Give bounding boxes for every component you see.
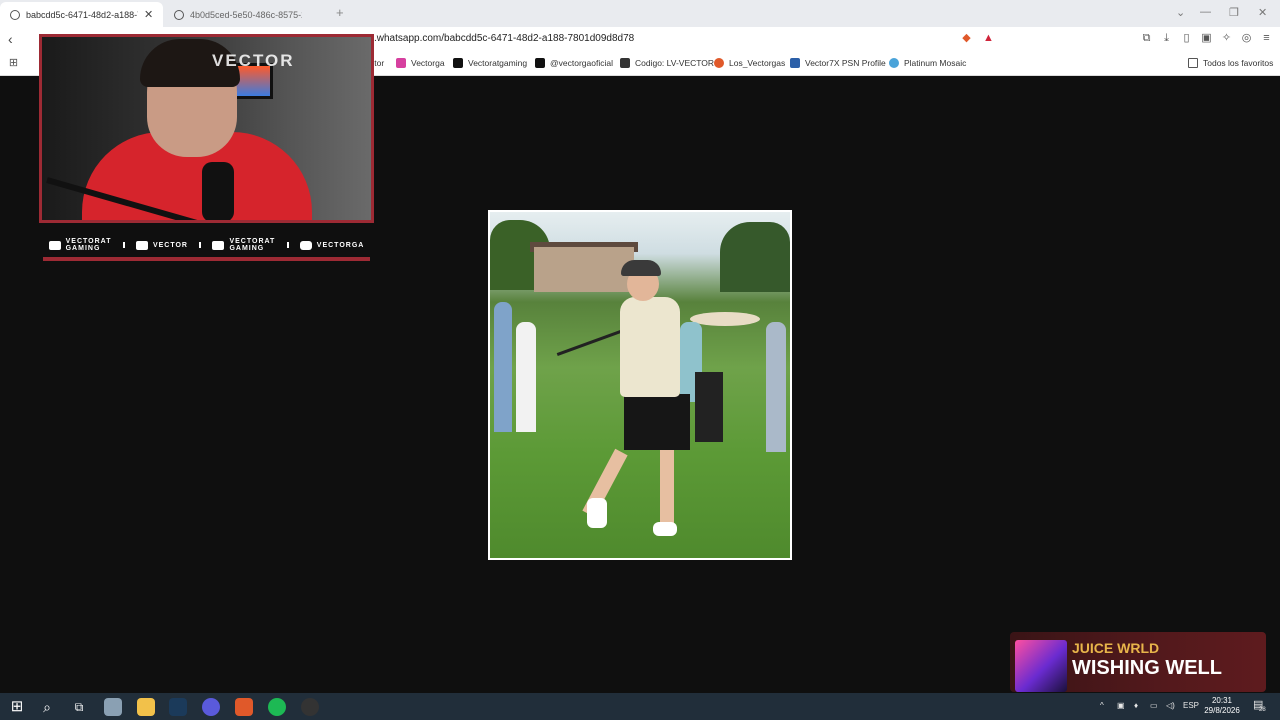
bookmark-item[interactable]: Los_Vectorgas [714,58,785,68]
social-handles: VECTORAT GAMING VECTOR VECTORAT GAMING VEC… [43,234,370,256]
app-icon[interactable] [104,698,122,716]
golf-photo[interactable] [488,210,792,560]
volume-icon[interactable]: ◁) [1166,701,1175,710]
now-playing-song: WISHING WELL [1072,657,1222,679]
social-twitter: VECTORAT GAMING [212,238,275,252]
sidebar-icon[interactable]: ▯ [1180,32,1193,45]
brave-rewards-icon[interactable]: ▲ [982,32,995,45]
overlay-accent-bar [43,257,370,261]
language-indicator[interactable]: ESP [1183,701,1199,710]
clubhouse [534,247,634,292]
instagram-icon [299,240,312,250]
clock-time: 20:31 [1211,696,1233,705]
bookmark-item[interactable]: Vector7X PSN Profile [790,58,886,68]
bookmark-page-icon [620,58,630,68]
golf-bag [695,372,723,442]
steam-icon[interactable] [169,698,187,716]
bookmark-item[interactable]: Vectorga [396,58,445,68]
separator [286,242,289,248]
microphone-icon[interactable]: ♦ [1134,701,1138,710]
tab-search-icon[interactable]: ⌄ [1176,6,1185,19]
spotify-icon[interactable] [268,698,286,716]
tab-whatsapp-1[interactable]: babcdd5c-6471-48d2-a188-780 ✕ [0,2,163,27]
all-favorites-folder[interactable]: Todos los favoritos [1188,58,1273,68]
tray-chevron-icon[interactable]: ^ [1100,701,1104,710]
close-window-button[interactable]: ✕ [1258,6,1267,19]
spectator [766,322,786,452]
social-twitch: VECTOR [135,240,188,250]
golfer-shoe [653,522,677,536]
twitter-icon [212,240,225,250]
twitch-icon [135,240,148,250]
now-playing-artist: JUICE WRLD [1072,640,1160,656]
discord-icon[interactable] [202,698,220,716]
instagram-icon [396,58,406,68]
clock-date: 29/8/2026 [1204,706,1240,715]
golfer-shorts [624,394,690,450]
network-icon[interactable]: ▭ [1150,701,1158,710]
golfer-cap [621,260,661,276]
tab-strip: babcdd5c-6471-48d2-a188-780 ✕ 4b0d5ced-5… [0,0,1280,27]
brave-shield-icon[interactable]: ◆ [960,32,973,45]
file-explorer-icon[interactable] [137,698,155,716]
tiktok-icon [535,58,545,68]
golfer-shoe [587,498,607,528]
trees-right [720,222,790,292]
leo-ai-icon[interactable]: ✧ [1220,32,1233,45]
brave-icon [714,58,724,68]
webcam-overlay: VECTOR [39,34,374,223]
spectator [494,302,512,432]
brave-icon[interactable] [235,698,253,716]
album-art [1015,640,1067,692]
tray-app-icon[interactable]: ▣ [1117,701,1125,710]
task-view-icon[interactable]: ⧉ [70,698,88,716]
bookmark-item[interactable]: Vectoratgaming [453,58,527,68]
search-icon[interactable]: ⌕ [38,698,56,716]
psn-icon [790,58,800,68]
x-icon [453,58,463,68]
vpn-icon[interactable]: ◎ [1240,32,1253,45]
folder-icon [1188,58,1198,68]
globe-icon [174,9,184,20]
obs-icon[interactable] [301,698,319,716]
taskbar: ⊞ ⌕ ⧉ ^ ▣ ♦ ▭ ◁) ESP 20:31 29/8/2026 ▤ 2… [0,693,1280,720]
globe-icon [10,9,20,20]
address-bar[interactable]: .whatsapp.com/babcdd5c-6471-48d2-a188-78… [374,33,634,44]
download-icon[interactable]: ⤓ [1160,32,1173,45]
bookmark-item[interactable]: @vectorgaoficial [535,58,613,68]
golfer-leg [660,448,674,528]
golfer-shirt [620,297,680,397]
social-youtube: VECTORAT GAMING [48,238,112,252]
separator [199,242,202,248]
back-button[interactable]: ‹ [8,31,13,47]
spectator [516,322,536,432]
microphone [202,162,234,220]
bookmark-item[interactable]: Platinum Mosaic [889,58,966,68]
start-windows-icon[interactable]: ⊞ [8,698,26,716]
tab-title: 4b0d5ced-5e50-486c-8575-2f97940 [190,9,302,20]
sand-bunker [690,312,760,326]
menu-icon[interactable]: ≡ [1260,32,1273,45]
minimize-button[interactable]: — [1200,6,1211,18]
wallet-icon[interactable]: ▣ [1200,32,1213,45]
new-tab-button[interactable]: + [336,5,344,20]
stream-brand-logo: VECTOR [212,51,295,70]
maximize-button[interactable]: ❐ [1229,6,1239,19]
social-instagram: VECTORGA [299,240,365,250]
apps-grid-icon[interactable]: ⊞ [7,57,20,70]
bookmark-item[interactable]: Codigo: LV-VECTOR [620,58,714,68]
tab-whatsapp-2[interactable]: 4b0d5ced-5e50-486c-8575-2f97940 [166,2,330,27]
close-tab-icon[interactable]: ✕ [144,8,153,21]
youtube-icon [48,240,61,250]
now-playing-widget: JUICE WRLD WISHING WELL [1010,632,1266,692]
separator [122,242,125,248]
clock[interactable]: 20:31 29/8/2026 [1198,696,1246,716]
notifications-count: 28 [1259,707,1266,713]
platinum-icon [889,58,899,68]
extensions-icon[interactable]: ⧉ [1140,32,1153,45]
tab-title: babcdd5c-6471-48d2-a188-780 [26,9,138,20]
